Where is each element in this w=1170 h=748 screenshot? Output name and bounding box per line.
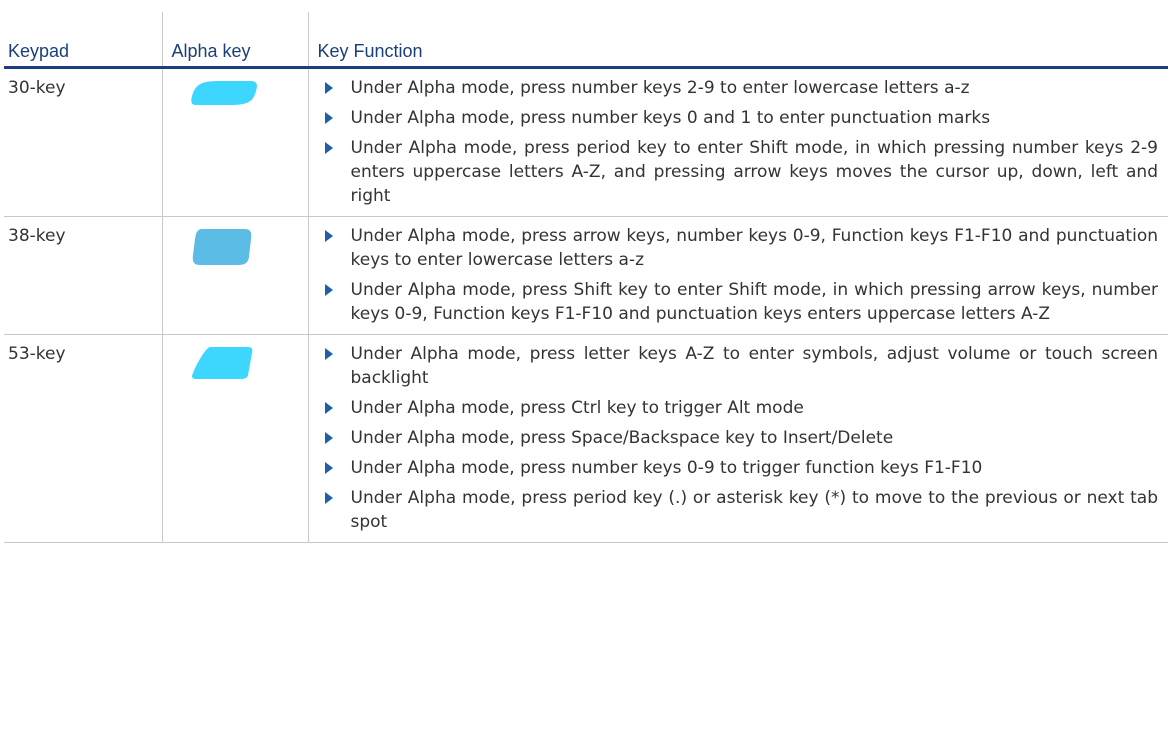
- table-row: 53-key Under Alpha mode, press letter ke…: [4, 334, 1168, 543]
- keypad-cell: 30-key: [4, 67, 163, 217]
- list-item: Under Alpha mode, press number keys 0-9 …: [322, 456, 1159, 480]
- list-item: Under Alpha mode, press number keys 0 an…: [322, 106, 1159, 130]
- bullet-arrow-icon: [324, 284, 333, 296]
- bullet-arrow-icon: [324, 82, 333, 94]
- key-function-cell: Under Alpha mode, press letter keys A-Z …: [308, 334, 1168, 543]
- bullet-arrow-icon: [324, 462, 333, 474]
- list-item: Under Alpha mode, press period key (.) o…: [322, 486, 1158, 534]
- bullet-arrow-icon: [324, 142, 333, 154]
- table-row: 30-key Under Alpha mode, press number ke…: [4, 67, 1168, 217]
- bullet-arrow-icon: [324, 112, 333, 124]
- key-function-cell: Under Alpha mode, press number keys 2-9 …: [308, 67, 1168, 217]
- header-key-function: Key Function: [308, 12, 1168, 69]
- table-row: 38-key Under Alpha mode, press arrow key…: [4, 216, 1168, 335]
- alpha-key-30-icon: [190, 81, 257, 105]
- alpha-key-cell: [162, 67, 309, 217]
- key-function-table: Keypad Alpha key Key Function 30-key Und…: [4, 12, 1168, 543]
- alpha-key-cell: [162, 216, 309, 335]
- keypad-cell: 53-key: [4, 334, 163, 543]
- alpha-key-53-icon: [191, 347, 252, 379]
- bullet-arrow-icon: [324, 492, 333, 504]
- header-alpha-key: Alpha key: [162, 12, 309, 69]
- list-item: Under Alpha mode, press number keys 2-9 …: [322, 76, 1159, 100]
- list-item: Under Alpha mode, press Ctrl key to trig…: [322, 396, 1159, 420]
- list-item: Under Alpha mode, press arrow keys, numb…: [322, 224, 1158, 272]
- table-header-row: Keypad Alpha key Key Function: [4, 12, 1168, 69]
- key-function-cell: Under Alpha mode, press arrow keys, numb…: [308, 216, 1168, 335]
- list-item: Under Alpha mode, press Space/Backspace …: [322, 426, 1159, 450]
- alpha-key-cell: [162, 334, 309, 543]
- bullet-arrow-icon: [324, 402, 333, 414]
- bullet-arrow-icon: [324, 230, 333, 242]
- bullet-arrow-icon: [324, 432, 333, 444]
- list-item: Under Alpha mode, press letter keys A-Z …: [322, 342, 1158, 390]
- list-item: Under Alpha mode, press period key to en…: [322, 136, 1158, 208]
- bullet-arrow-icon: [324, 348, 333, 360]
- keypad-cell: 38-key: [4, 216, 163, 335]
- alpha-key-38-icon: [192, 229, 251, 265]
- list-item: Under Alpha mode, press Shift key to ent…: [322, 278, 1158, 326]
- header-keypad: Keypad: [4, 12, 163, 69]
